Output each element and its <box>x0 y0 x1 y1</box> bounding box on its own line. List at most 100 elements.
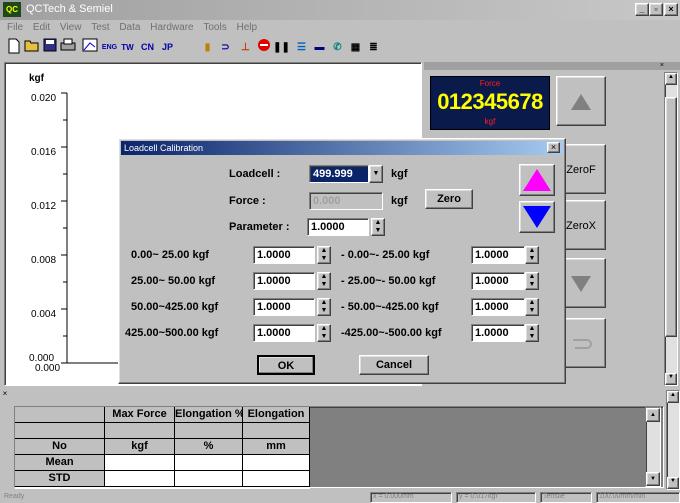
table-cell[interactable] <box>243 455 310 471</box>
chevron-down-icon[interactable]: ▼ <box>369 165 383 183</box>
open-icon[interactable] <box>22 38 41 57</box>
range-field[interactable]: 1.0000 <box>471 298 525 316</box>
unit-cell: kgf <box>105 439 175 455</box>
range-field[interactable]: 1.0000 <box>471 246 525 264</box>
table-cell[interactable] <box>175 471 243 487</box>
close-button[interactable]: × <box>664 3 678 16</box>
range-spinner[interactable]: ▲ ▼ <box>317 298 331 316</box>
cn-icon[interactable]: CN <box>138 38 157 57</box>
menu-test[interactable]: Test <box>91 22 109 33</box>
menu-file[interactable]: File <box>7 22 23 33</box>
grip-icon[interactable]: ▮ <box>198 38 217 57</box>
status-bar: Ready x = 0.000mm y = 0.017kgf Tensile 1… <box>0 492 680 503</box>
app-icon: QC <box>3 2 21 17</box>
save-icon[interactable] <box>40 38 59 57</box>
loadcell-select[interactable]: 499.999 <box>309 165 369 183</box>
row-header-mean: Mean <box>15 455 105 471</box>
up-button[interactable] <box>556 76 606 126</box>
cancel-button[interactable]: Cancel <box>359 355 429 375</box>
down-arrow-button[interactable] <box>519 201 555 233</box>
report-icon[interactable]: ≣ <box>364 38 383 57</box>
menu-hardware[interactable]: Hardware <box>150 22 193 33</box>
range-label: - 0.00~- 25.00 kgf <box>341 249 430 261</box>
up-triangle-icon <box>523 169 551 191</box>
table-cell[interactable] <box>175 455 243 471</box>
scroll-down-icon[interactable]: ▼ <box>665 373 677 385</box>
range-label: - 25.00~- 50.00 kgf <box>341 275 436 287</box>
chart-icon[interactable] <box>80 38 99 57</box>
row-header-no: No <box>15 439 105 455</box>
loadcell-unit: kgf <box>391 168 408 180</box>
parameter-spinner[interactable]: ▲ ▼ <box>371 218 385 236</box>
range-spinner[interactable]: ▲ ▼ <box>525 298 539 316</box>
range-spinner[interactable]: ▲ ▼ <box>525 324 539 342</box>
menu-edit[interactable]: Edit <box>33 22 50 33</box>
menu-help[interactable]: Help <box>237 22 258 33</box>
scroll-up-icon[interactable]: ▲ <box>646 408 660 422</box>
grid-scrollbar[interactable]: ▲ ▼ <box>645 407 661 487</box>
results-close-icon[interactable]: × <box>0 390 10 400</box>
range-label: 25.00~ 50.00 kgf <box>131 275 216 287</box>
menu-view[interactable]: View <box>60 22 82 33</box>
range-spinner[interactable]: ▲ ▼ <box>317 246 331 264</box>
scroll-up-icon[interactable]: ▲ <box>667 391 679 403</box>
col-header-elongation: Elongation <box>243 407 310 423</box>
range-field[interactable]: 1.0000 <box>253 324 315 342</box>
range-field[interactable]: 1.0000 <box>253 246 315 264</box>
range-label: 50.00~425.00 kgf <box>131 301 219 313</box>
minimize-button[interactable]: _ <box>635 3 649 16</box>
menu-data[interactable]: Data <box>119 22 140 33</box>
print-icon[interactable] <box>58 38 77 57</box>
scroll-thumb[interactable] <box>665 97 677 337</box>
menu-tools[interactable]: Tools <box>203 22 226 33</box>
restore-button[interactable]: ▫ <box>649 3 663 16</box>
jp-icon[interactable]: JP <box>158 38 177 57</box>
status-y: y = 0.017kgf <box>456 492 536 503</box>
list-icon[interactable]: ☰ <box>292 38 311 57</box>
table-icon[interactable]: ▦ <box>346 38 365 57</box>
range-spinner[interactable]: ▲ ▼ <box>317 272 331 290</box>
up-arrow-button[interactable] <box>519 164 555 196</box>
range-spinner[interactable]: ▲ ▼ <box>525 246 539 264</box>
zero-button[interactable]: Zero <box>425 189 473 209</box>
table-cell[interactable] <box>243 471 310 487</box>
range-field[interactable]: 1.0000 <box>471 272 525 290</box>
range-field[interactable]: 1.0000 <box>253 272 315 290</box>
range-field[interactable]: 1.0000 <box>471 324 525 342</box>
english-icon[interactable]: ENG <box>100 38 119 57</box>
loadcell-calibration-dialog: Loadcell Calibration × Loadcell : 499.99… <box>118 138 566 384</box>
table-cell[interactable] <box>105 471 175 487</box>
status-mode: Tensile <box>540 492 592 503</box>
results-grid: Max Force Elongation % Elongation No kgf… <box>14 406 664 489</box>
scroll-down-icon[interactable]: ▼ <box>667 477 679 489</box>
loadcell-label: Loadcell : <box>229 168 281 180</box>
down-arrow-icon[interactable]: ⊥ <box>236 38 255 57</box>
stop-icon[interactable] <box>254 38 273 57</box>
status-speed: 100.00mm/min <box>596 492 680 503</box>
force-display: Force 012345678 kgf <box>430 76 550 130</box>
right-scrollbar[interactable]: ▲ ▼ <box>664 72 678 386</box>
tw-icon[interactable]: TW <box>118 38 137 57</box>
range-spinner[interactable]: ▲ ▼ <box>525 272 539 290</box>
dialog-close-icon[interactable]: × <box>547 142 560 153</box>
card-icon[interactable]: ▬ <box>310 38 329 57</box>
pause-icon[interactable]: ❚❚ <box>272 38 291 57</box>
status-text: Ready <box>4 493 25 500</box>
status-x: x = 0.000mm <box>370 492 452 503</box>
range-label: - 50.00~-425.00 kgf <box>341 301 439 313</box>
ok-button[interactable]: OK <box>257 355 315 375</box>
outer-scrollbar[interactable]: ▲ ▼ <box>666 390 680 490</box>
scroll-down-icon[interactable]: ▼ <box>646 472 660 486</box>
parameter-field[interactable]: 1.0000 <box>307 218 369 236</box>
return-icon[interactable]: ⊃ <box>216 38 235 57</box>
scroll-up-icon[interactable]: ▲ <box>665 73 677 85</box>
range-spinner[interactable]: ▲ ▼ <box>317 324 331 342</box>
range-label: 425.00~500.00 kgf <box>125 327 219 339</box>
panel-close-icon[interactable]: × <box>424 62 680 70</box>
toolbar: ENG TW CN JP ▮ ⊃ ⊥ ❚❚ ☰ ▬ ✆ ▦ ≣ <box>0 36 680 60</box>
settings-icon[interactable]: ✆ <box>328 38 347 57</box>
range-field[interactable]: 1.0000 <box>253 298 315 316</box>
table-cell[interactable] <box>105 455 175 471</box>
new-icon[interactable] <box>4 38 23 57</box>
window-title: QCTech & Semiel <box>26 3 113 15</box>
